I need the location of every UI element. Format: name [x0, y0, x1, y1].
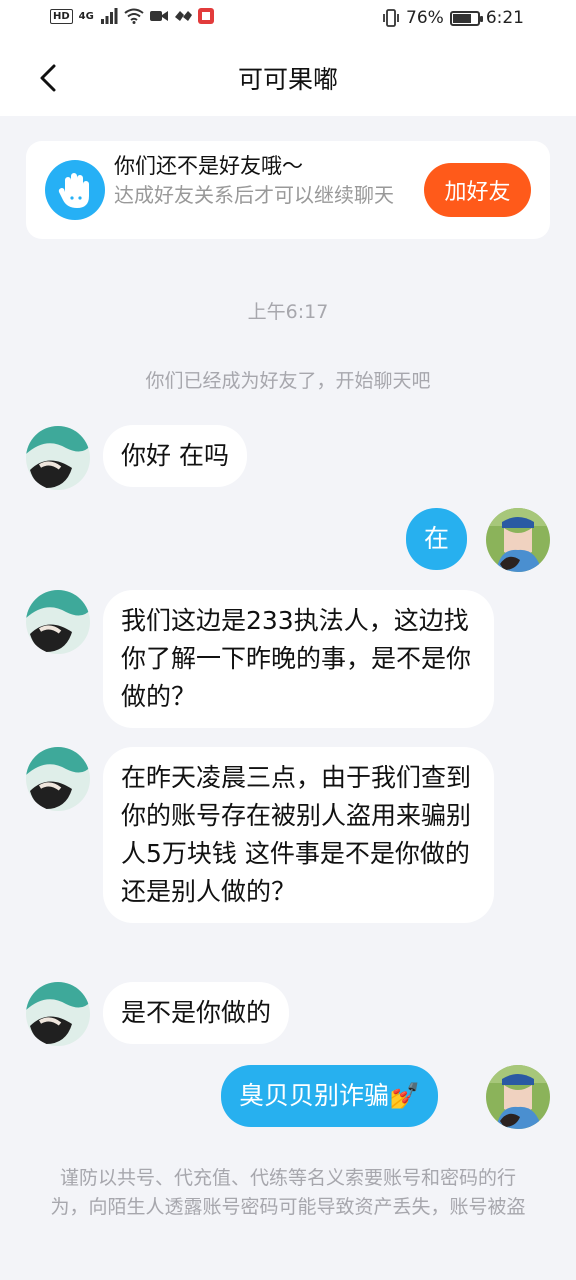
message-bubble-right[interactable]: 在: [406, 508, 468, 570]
battery-percent: 76%: [406, 8, 444, 28]
battery-fill: [452, 13, 471, 23]
red-app-icon: [197, 8, 214, 24]
friend-card-subtitle: 达成好友关系后才可以继续聊天: [114, 183, 394, 207]
network-type: 4G: [78, 10, 94, 22]
status-left: HD 4G: [50, 8, 214, 24]
message-bubble-left[interactable]: 我们这边是233执法人，这边找你了解一下昨晚的事，是不是你做的？: [103, 590, 494, 728]
status-right: 76% 6:21: [382, 8, 524, 28]
avatar-other[interactable]: [26, 747, 90, 811]
message-bubble-left[interactable]: 在昨天凌晨三点，由于我们查到你的账号存在被别人盗用来骗别人5万块钱 这件事是不是…: [103, 747, 494, 923]
friend-card-title: 你们还不是好友哦～: [114, 154, 303, 178]
avatar-other[interactable]: [26, 982, 90, 1046]
system-notice: 你们已经成为好友了，开始聊天吧: [145, 370, 431, 392]
chat-timestamp: 上午6:17: [247, 301, 329, 323]
wifi-icon: [124, 8, 144, 24]
message-bubble-left[interactable]: 你好 在吗: [103, 425, 247, 487]
avatar-other[interactable]: [26, 426, 90, 490]
avatar-self[interactable]: [486, 1065, 550, 1129]
add-friend-button[interactable]: 加好友: [424, 163, 531, 217]
signal-icon: [100, 8, 118, 24]
friend-request-card: 你们还不是好友哦～ 达成好友关系后才可以继续聊天 加好友: [26, 141, 550, 239]
message-bubble-right[interactable]: 臭贝贝别诈骗💅: [221, 1065, 439, 1127]
nav-bar: 可可果嘟: [0, 40, 576, 116]
clock: 6:21: [485, 8, 524, 28]
avatar-self[interactable]: [486, 508, 550, 572]
avatar-other[interactable]: [26, 590, 90, 654]
status-bar: HD 4G 76% 6:21: [0, 0, 576, 40]
battery-icon: [449, 10, 483, 26]
app-notification-icon: [174, 11, 192, 21]
wave-hand-icon: [45, 160, 105, 220]
message-bubble-left[interactable]: 是不是你做的: [103, 982, 290, 1044]
vibrate-icon: [383, 9, 399, 27]
page-title: 可可果嘟: [237, 65, 338, 94]
security-warning: 谨防以共号、代充值、代练等名义索要账号和密码的行为，向陌生人透露账号密码可能导致…: [50, 1167, 526, 1218]
video-camera-icon: [149, 11, 168, 21]
hd-badge: HD: [50, 8, 73, 24]
